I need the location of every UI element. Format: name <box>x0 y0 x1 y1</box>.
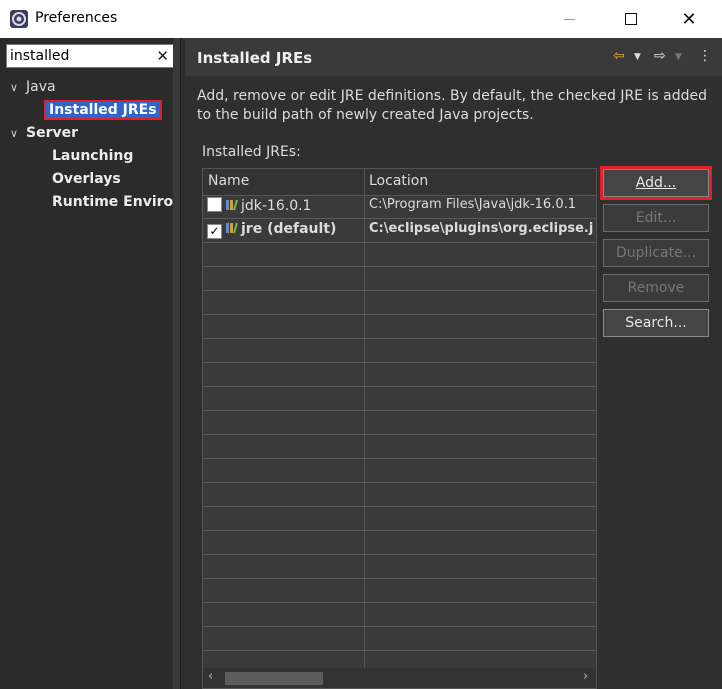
minimize-icon <box>563 18 575 20</box>
installed-jres-label: Installed JREs: <box>202 144 301 160</box>
empty-table-row <box>203 387 596 411</box>
jre-name: jdk-16.0.1 <box>241 198 312 214</box>
horizontal-scrollbar[interactable]: ‹ › <box>203 668 596 688</box>
empty-table-row <box>203 603 596 627</box>
tree-item-label: Installed JREs <box>44 100 162 120</box>
tree-item-launching[interactable]: Launching <box>52 145 133 167</box>
empty-table-row <box>203 315 596 339</box>
empty-table-row <box>203 627 596 651</box>
empty-table-row <box>203 579 596 603</box>
minimize-button[interactable] <box>546 0 592 38</box>
jre-name-cell: jdk-16.0.1 <box>207 197 311 214</box>
duplicate-button[interactable]: Duplicate... <box>603 239 709 267</box>
column-header-location[interactable]: Location <box>369 173 428 189</box>
tree-item-overlays[interactable]: Overlays <box>52 168 121 190</box>
empty-table-row <box>203 531 596 555</box>
more-menu-icon[interactable]: ⋮ <box>698 48 712 64</box>
empty-table-row <box>203 435 596 459</box>
edit-button[interactable]: Edit... <box>603 204 709 232</box>
empty-table-row <box>203 339 596 363</box>
jre-name: jre (default) <box>241 221 337 237</box>
jre-location: C:\eclipse\plugins\org.eclipse.j <box>369 221 594 236</box>
tree-item-installed-jres[interactable]: Installed JREs <box>44 99 162 121</box>
filter-input[interactable] <box>10 46 150 66</box>
window-title: Preferences <box>35 10 118 26</box>
jre-location: C:\Program Files\Java\jdk-16.0.1 <box>369 197 576 212</box>
page-header: Installed JREs ⇦ ▼ ⇨ ▼ ⋮ <box>185 38 722 76</box>
tree-item-java[interactable]: ∨ Java <box>10 76 56 98</box>
empty-table-row <box>203 555 596 579</box>
empty-table-row <box>203 459 596 483</box>
chevron-down-icon[interactable]: ∨ <box>10 77 26 99</box>
scroll-right-icon[interactable]: › <box>583 669 588 684</box>
eclipse-app-icon <box>10 10 28 28</box>
empty-table-row <box>203 291 596 315</box>
table-header: Name Location <box>203 169 596 196</box>
filter-field[interactable]: ✕ <box>6 44 174 68</box>
forward-menu-chevron-icon[interactable]: ▼ <box>675 52 682 62</box>
chevron-down-icon[interactable]: ∨ <box>10 123 26 145</box>
jre-checkbox[interactable] <box>207 197 222 212</box>
scroll-left-icon[interactable]: ‹ <box>208 669 213 684</box>
preference-tree-pane: ✕ ∨Java Installed JREs ∨Server Launching… <box>0 38 181 689</box>
empty-table-row <box>203 363 596 387</box>
tree-scrollbar[interactable] <box>173 38 180 689</box>
remove-button[interactable]: Remove <box>603 274 709 302</box>
page-description: Add, remove or edit JRE definitions. By … <box>197 88 707 123</box>
title-bar: Preferences ✕ <box>0 0 722 38</box>
tree-item-label: Overlays <box>52 171 121 187</box>
remove-button-label: Remove <box>627 280 685 296</box>
close-button[interactable]: ✕ <box>666 0 712 38</box>
tree-item-label: Runtime Environ <box>52 194 173 210</box>
table-row[interactable]: jdk-16.0.1 C:\Program Files\Java\jdk-16.0… <box>203 195 596 219</box>
back-menu-chevron-icon[interactable]: ▼ <box>634 52 641 62</box>
empty-table-row <box>203 507 596 531</box>
edit-button-label: Edit... <box>635 210 677 226</box>
jre-checkbox[interactable]: ✓ <box>207 224 222 239</box>
jre-library-icon <box>226 199 238 211</box>
empty-table-row <box>203 411 596 435</box>
maximize-icon <box>625 13 637 25</box>
empty-table-row <box>203 483 596 507</box>
scroll-thumb[interactable] <box>225 672 323 685</box>
tree-item-label: Launching <box>52 148 134 164</box>
clear-filter-icon[interactable]: ✕ <box>156 47 169 65</box>
tree-item-label: Java <box>26 79 56 95</box>
tree-item-server[interactable]: ∨ Server <box>10 122 78 144</box>
duplicate-button-label: Duplicate... <box>615 245 697 261</box>
column-header-name[interactable]: Name <box>208 173 249 189</box>
add-button[interactable]: Add... <box>600 166 712 200</box>
jre-name-cell: ✓ jre (default) <box>207 221 336 239</box>
forward-arrow-icon[interactable]: ⇨ <box>654 48 666 64</box>
tree-item-label: Server <box>26 125 79 141</box>
add-button-label: Add... <box>635 175 677 191</box>
jre-library-icon <box>226 222 238 234</box>
maximize-button[interactable] <box>608 0 654 38</box>
back-arrow-icon[interactable]: ⇦ <box>613 48 625 64</box>
close-icon: ✕ <box>681 8 697 30</box>
table-row[interactable]: ✓ jre (default) C:\eclipse\plugins\org.ecl… <box>203 219 596 243</box>
page-title: Installed JREs <box>197 49 313 67</box>
search-button[interactable]: Search... <box>603 309 709 337</box>
preference-page: Installed JREs ⇦ ▼ ⇨ ▼ ⋮ Add, remove or … <box>185 38 722 689</box>
empty-table-row <box>203 243 596 267</box>
search-button-label: Search... <box>625 315 687 331</box>
tree-item-runtime-environments[interactable]: Runtime Environ <box>52 191 173 213</box>
jre-table[interactable]: Name Location jdk-16.0.1 C:\Program Files… <box>202 168 597 689</box>
empty-table-row <box>203 267 596 291</box>
